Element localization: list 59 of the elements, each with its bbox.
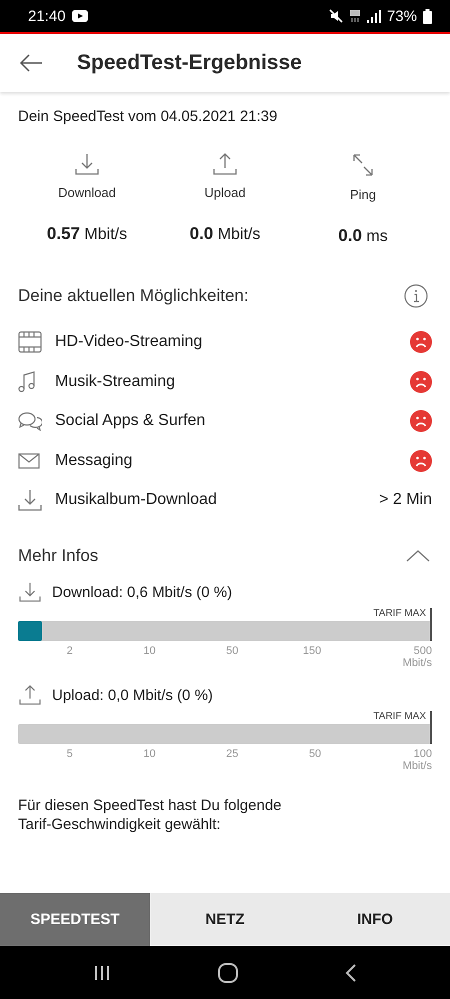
scale-tick: 50 [225,645,240,657]
info-icon[interactable] [404,284,428,308]
scale-tick: 5 [66,748,74,760]
stat-value: 0.0 Mbit/s [190,224,260,244]
battery-icon [423,8,432,24]
section-title: Deine aktuellen Möglichkeiten: [18,286,249,306]
signal-icon [366,10,381,22]
sad-face-icon [410,370,432,392]
scale-tick: 50 [308,748,322,760]
speed-label: Upload: 0,0 Mbit/s (0 %) [52,686,213,704]
scale-tick: 500 [412,645,432,657]
battery-percent: 73% [386,8,417,24]
video-app-icon [72,10,88,22]
speed-label: Download: 0,6 Mbit/s (0 %) [52,584,232,600]
diagonal-arrows-icon [352,153,374,177]
back-icon[interactable] [344,964,357,982]
scale-tick: 25 [225,748,240,760]
section-title: Mehr Infos [18,546,98,566]
scale-tick: 150 [302,645,322,657]
possibility-label: Musikalbum-Download [55,491,218,509]
chevron-icon[interactable] [406,550,430,562]
download-icon [18,582,42,602]
stat-label: Upload [204,185,246,200]
mute-icon [328,9,343,23]
stat-value: 0.0 ms [338,226,388,246]
possibility-label: Messaging [55,452,134,470]
nav-tab[interactable]: SPEEDTEST [0,893,150,946]
scale-unit: Mbit/s [402,657,432,669]
scale-tick: 2 [66,645,74,657]
scale-tick: 100 [412,748,432,760]
status-time: 21:40 [28,8,66,24]
network-5g-icon [348,9,361,23]
sad-face-icon [410,410,432,432]
stat-label: Ping [350,187,376,202]
possibility-value: > 2 Min [379,491,432,509]
scale-unit: Mbit/s [402,760,432,772]
back-arrow-icon[interactable] [19,54,43,72]
scale-tick: 10 [142,748,157,760]
recent-apps-icon[interactable] [93,964,112,980]
possibility-label: HD-Video-Streaming [55,333,204,351]
envelope-icon [18,452,40,468]
scale-tick: 10 [142,645,157,657]
tariff-note: Für diesen SpeedTest hast Du folgende Tarif-Geschwindigkeit gewählt: [18,796,283,834]
upload-icon [213,153,237,175]
sad-face-icon [410,450,432,472]
possibility-label: Musik-Streaming [55,372,176,390]
test-date: Dein SpeedTest vom 04.05.2021 21:39 [18,108,278,125]
download-icon [18,489,42,511]
home-icon[interactable] [218,962,238,982]
possibility-label: Social Apps & Surfen [55,412,206,430]
page-title: SpeedTest-Ergebnisse [77,51,302,75]
stat-label: Download [58,185,116,200]
upload-icon [18,685,42,705]
chat-bubbles-icon [18,411,42,431]
download-icon [75,153,99,175]
stat-value: 0.57 Mbit/s [46,224,128,244]
film-icon [18,331,42,353]
music-note-icon [18,370,36,392]
sad-face-icon [410,331,432,353]
